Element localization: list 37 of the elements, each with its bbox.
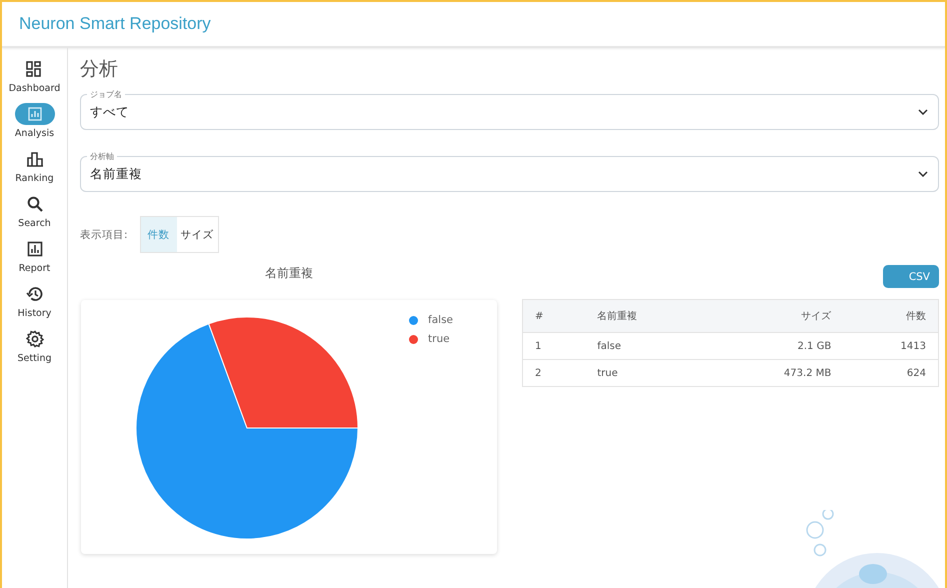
table-cell: 2 bbox=[522, 360, 586, 386]
sidebar-item[interactable]: Report bbox=[14, 238, 54, 274]
history-icon bbox=[26, 285, 44, 303]
setting-icon bbox=[26, 330, 44, 348]
table-cell: 473.2 MB bbox=[707, 360, 844, 386]
toggle-label: 表示項目: bbox=[80, 228, 128, 242]
column-header: 件数 bbox=[843, 300, 938, 332]
app-title: Neuron Smart Repository bbox=[19, 14, 211, 34]
legend-label: true bbox=[428, 333, 450, 345]
chart-title: 名前重複 bbox=[265, 265, 313, 282]
column-header: # bbox=[522, 300, 586, 332]
chevron-down-icon bbox=[918, 109, 928, 115]
sidebar-item[interactable]: Dashboard bbox=[8, 58, 60, 94]
search-icon bbox=[26, 195, 44, 213]
sidebar-item[interactable]: History bbox=[14, 283, 54, 319]
column-header: 名前重複 bbox=[585, 300, 708, 332]
table-cell: 1 bbox=[522, 332, 586, 360]
table-cell: true bbox=[585, 360, 708, 386]
table-cell: 1413 bbox=[843, 332, 938, 360]
ranking-icon bbox=[26, 150, 44, 168]
report-icon bbox=[26, 240, 44, 258]
dashboard-icon bbox=[25, 60, 44, 78]
page-title: 分析 bbox=[80, 57, 119, 82]
field-label: ジョブ名 bbox=[87, 89, 125, 100]
sidebar-item[interactable]: Search bbox=[14, 193, 54, 229]
sidebar-item[interactable]: Setting bbox=[14, 328, 54, 364]
table-cell: false bbox=[585, 332, 708, 360]
field-label: 分析軸 bbox=[87, 151, 117, 162]
legend-label: false bbox=[428, 314, 453, 326]
table-cell: 2.1 GB bbox=[707, 332, 844, 360]
field-value: すべて bbox=[90, 104, 129, 120]
column-header: サイズ bbox=[707, 300, 844, 332]
table-cell: 624 bbox=[843, 360, 938, 386]
sidebar-item[interactable]: Ranking bbox=[14, 148, 54, 184]
analysis-icon bbox=[26, 105, 44, 123]
chevron-down-icon bbox=[918, 171, 928, 177]
field-value: 名前重複 bbox=[90, 166, 142, 182]
